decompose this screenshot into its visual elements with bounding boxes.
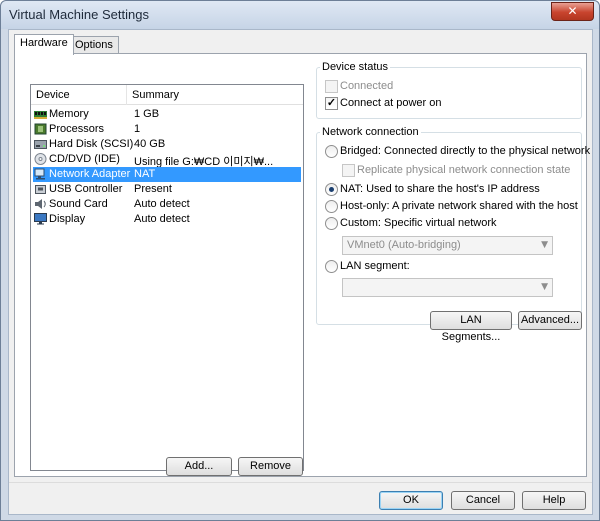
hard-disk-icon	[34, 138, 47, 150]
device-name: Memory	[49, 108, 89, 120]
device-name: Display	[49, 213, 86, 225]
lan-segment-label: LAN segment:	[340, 260, 410, 272]
device-row-display[interactable]: Display Auto detect	[33, 212, 301, 227]
replicate-state-checkbox[interactable]	[342, 164, 355, 177]
custom-network-value: VMnet0 (Auto-bridging)	[347, 239, 461, 251]
hardware-panel: Device Summary Memory 1 GB Processors 1 …	[14, 53, 591, 477]
device-summary: NAT	[134, 168, 156, 180]
tab-options[interactable]: Options	[69, 36, 119, 54]
device-list-header: Device Summary	[31, 85, 303, 105]
device-list[interactable]: Device Summary Memory 1 GB Processors 1 …	[30, 84, 304, 471]
device-summary: 1	[134, 123, 141, 135]
column-divider[interactable]	[126, 85, 127, 105]
device-name: CD/DVD (IDE)	[49, 153, 120, 165]
lan-segment-dropdown[interactable]: ▼	[342, 278, 553, 297]
device-row-hard-disk[interactable]: Hard Disk (SCSI) 40 GB	[33, 137, 301, 152]
bridged-label: Bridged: Connected directly to the physi…	[340, 145, 591, 157]
device-row-network-adapter[interactable]: Network Adapter NAT	[33, 167, 301, 182]
connected-label: Connected	[340, 80, 394, 92]
ok-button[interactable]: OK	[379, 491, 443, 510]
device-summary: Present	[134, 183, 172, 195]
host-only-label: Host-only: A private network shared with…	[340, 200, 578, 212]
device-row-processors[interactable]: Processors 1	[33, 122, 301, 137]
device-name: Hard Disk (SCSI)	[49, 138, 134, 150]
footer-divider	[9, 482, 592, 483]
device-name: Sound Card	[49, 198, 108, 210]
device-summary: Auto detect	[134, 213, 190, 225]
tab-options-label: Options	[75, 39, 113, 51]
sound-card-icon	[34, 198, 47, 210]
device-row-cd-dvd[interactable]: CD/DVD (IDE) Using file G:₩CD 이미지₩...	[33, 152, 301, 168]
network-connection-title: Network connection	[320, 126, 421, 138]
device-name: Processors	[49, 123, 105, 135]
cancel-button[interactable]: Cancel	[451, 491, 515, 510]
lan-segment-radio[interactable]	[325, 260, 338, 273]
column-header-device[interactable]: Device	[36, 89, 70, 101]
dialog-body: Hardware Options Device Summary Memory 1…	[8, 29, 593, 515]
lan-segments-button[interactable]: LAN Segments...	[430, 311, 512, 343]
connect-at-power-on-checkbox[interactable]: ✓	[325, 97, 338, 110]
device-summary: Auto detect	[134, 198, 190, 210]
device-row-usb-controller[interactable]: USB Controller Present	[33, 182, 301, 197]
checkmark-icon: ✓	[326, 97, 337, 109]
connect-at-power-on-label: Connect at power on	[340, 97, 442, 109]
bridged-radio[interactable]	[325, 145, 338, 158]
tab-hardware[interactable]: Hardware	[14, 34, 74, 55]
memory-icon	[34, 108, 47, 120]
usb-controller-icon	[34, 183, 47, 195]
chevron-down-icon: ▼	[541, 240, 548, 250]
chevron-down-icon: ▼	[541, 282, 548, 292]
device-status-group	[316, 67, 582, 119]
nat-radio[interactable]	[325, 183, 338, 196]
tab-hardware-label: Hardware	[20, 37, 68, 49]
device-summary: 1 GB	[134, 108, 160, 120]
advanced-button[interactable]: Advanced...	[518, 311, 582, 330]
custom-network-dropdown[interactable]: VMnet0 (Auto-bridging) ▼	[342, 236, 553, 255]
help-button[interactable]: Help	[522, 491, 586, 510]
title-bar[interactable]: Virtual Machine Settings ✕	[1, 1, 599, 29]
device-status-title: Device status	[320, 61, 391, 73]
remove-button[interactable]: Remove	[238, 457, 303, 476]
window-title: Virtual Machine Settings	[9, 7, 149, 22]
add-button[interactable]: Add...	[166, 457, 232, 476]
nat-label: NAT: Used to share the host's IP address	[340, 183, 540, 195]
cd-dvd-icon	[34, 153, 47, 165]
processor-icon	[34, 123, 47, 135]
device-row-memory[interactable]: Memory 1 GB	[33, 107, 301, 122]
custom-radio[interactable]	[325, 217, 338, 230]
close-icon: ✕	[567, 4, 578, 18]
host-only-radio[interactable]	[325, 200, 338, 213]
device-summary: 40 GB	[134, 138, 166, 150]
device-name: Network Adapter	[49, 168, 131, 180]
replicate-state-label: Replicate physical network connection st…	[357, 164, 571, 176]
network-adapter-icon	[34, 168, 47, 180]
display-icon	[34, 213, 47, 225]
settings-window: Virtual Machine Settings ✕ Hardware Opti…	[0, 0, 600, 521]
close-button[interactable]: ✕	[551, 2, 594, 21]
device-row-sound-card[interactable]: Sound Card Auto detect	[33, 197, 301, 212]
column-header-summary[interactable]: Summary	[132, 89, 179, 101]
connected-checkbox[interactable]	[325, 80, 338, 93]
custom-label: Custom: Specific virtual network	[340, 217, 497, 229]
device-name: USB Controller	[49, 183, 123, 195]
